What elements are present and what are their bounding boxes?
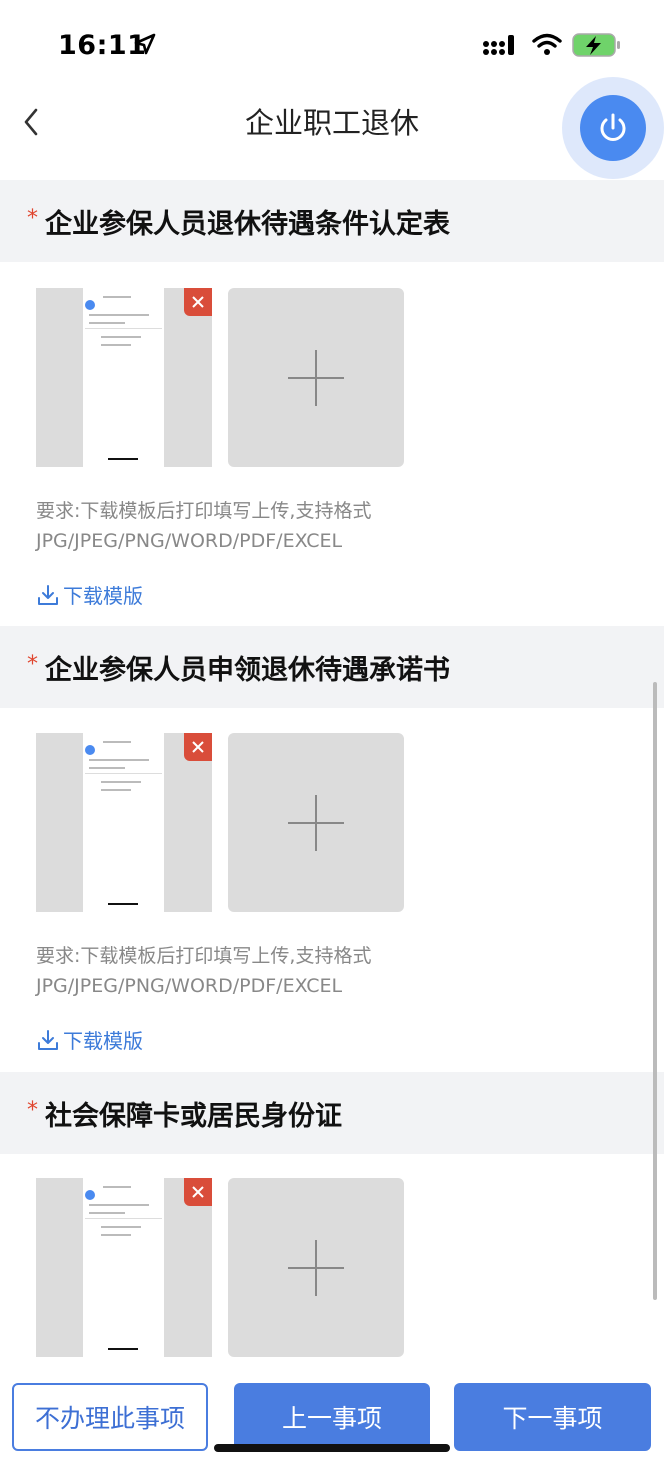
download-template-link[interactable]: 下载模版 <box>36 1025 143 1054</box>
status-bar: 16:11 <box>0 0 664 92</box>
required-marker: * <box>27 1098 38 1123</box>
required-marker: * <box>27 206 38 231</box>
scrollbar[interactable] <box>653 682 657 1300</box>
next-item-button[interactable]: 下一事项 <box>454 1383 651 1451</box>
thumbnail-preview <box>83 1178 164 1357</box>
bottom-action-bar: 不办理此事项 上一事项 下一事项 <box>0 1370 664 1468</box>
cellular-signal-icon <box>483 35 514 55</box>
section-header: * 企业参保人员退休待遇条件认定表 <box>0 180 664 262</box>
section-title: 社会保障卡或居民身份证 <box>45 1101 342 1132</box>
download-icon <box>38 584 58 605</box>
add-image-button[interactable] <box>228 1178 404 1357</box>
section-header: * 企业参保人员申领退休待遇承诺书 <box>0 626 664 708</box>
required-marker: * <box>27 652 38 677</box>
delete-image-button[interactable] <box>184 733 212 761</box>
upload-requirement: 要求:下载模板后打印填写上传,支持格式 JPG/JPEG/PNG/WORD/PD… <box>36 500 372 552</box>
upload-requirement: 要求:下载模板后打印填写上传,支持格式 JPG/JPEG/PNG/WORD/PD… <box>36 945 372 997</box>
thumbnail-preview <box>83 288 164 467</box>
close-icon <box>192 741 204 753</box>
delete-image-button[interactable] <box>184 288 212 316</box>
home-indicator[interactable] <box>214 1444 450 1452</box>
add-image-button[interactable] <box>228 733 404 912</box>
skip-item-button[interactable]: 不办理此事项 <box>12 1383 208 1451</box>
power-icon <box>600 113 626 141</box>
delete-image-button[interactable] <box>184 1178 212 1206</box>
section-title: 企业参保人员申领退休待遇承诺书 <box>45 655 450 686</box>
location-arrow-icon <box>134 33 156 55</box>
battery-charging-icon <box>572 33 620 57</box>
section-title: 企业参保人员退休待遇条件认定表 <box>45 209 450 240</box>
power-button[interactable] <box>580 95 646 161</box>
download-template-link[interactable]: 下载模版 <box>36 580 143 609</box>
wifi-icon <box>532 33 562 55</box>
close-icon <box>192 296 204 308</box>
download-icon <box>38 1029 58 1050</box>
thumbnail-preview <box>83 733 164 912</box>
add-image-button[interactable] <box>228 288 404 467</box>
section-header: * 社会保障卡或居民身份证 <box>0 1072 664 1154</box>
previous-item-button[interactable]: 上一事项 <box>234 1383 430 1451</box>
close-icon <box>192 1186 204 1198</box>
